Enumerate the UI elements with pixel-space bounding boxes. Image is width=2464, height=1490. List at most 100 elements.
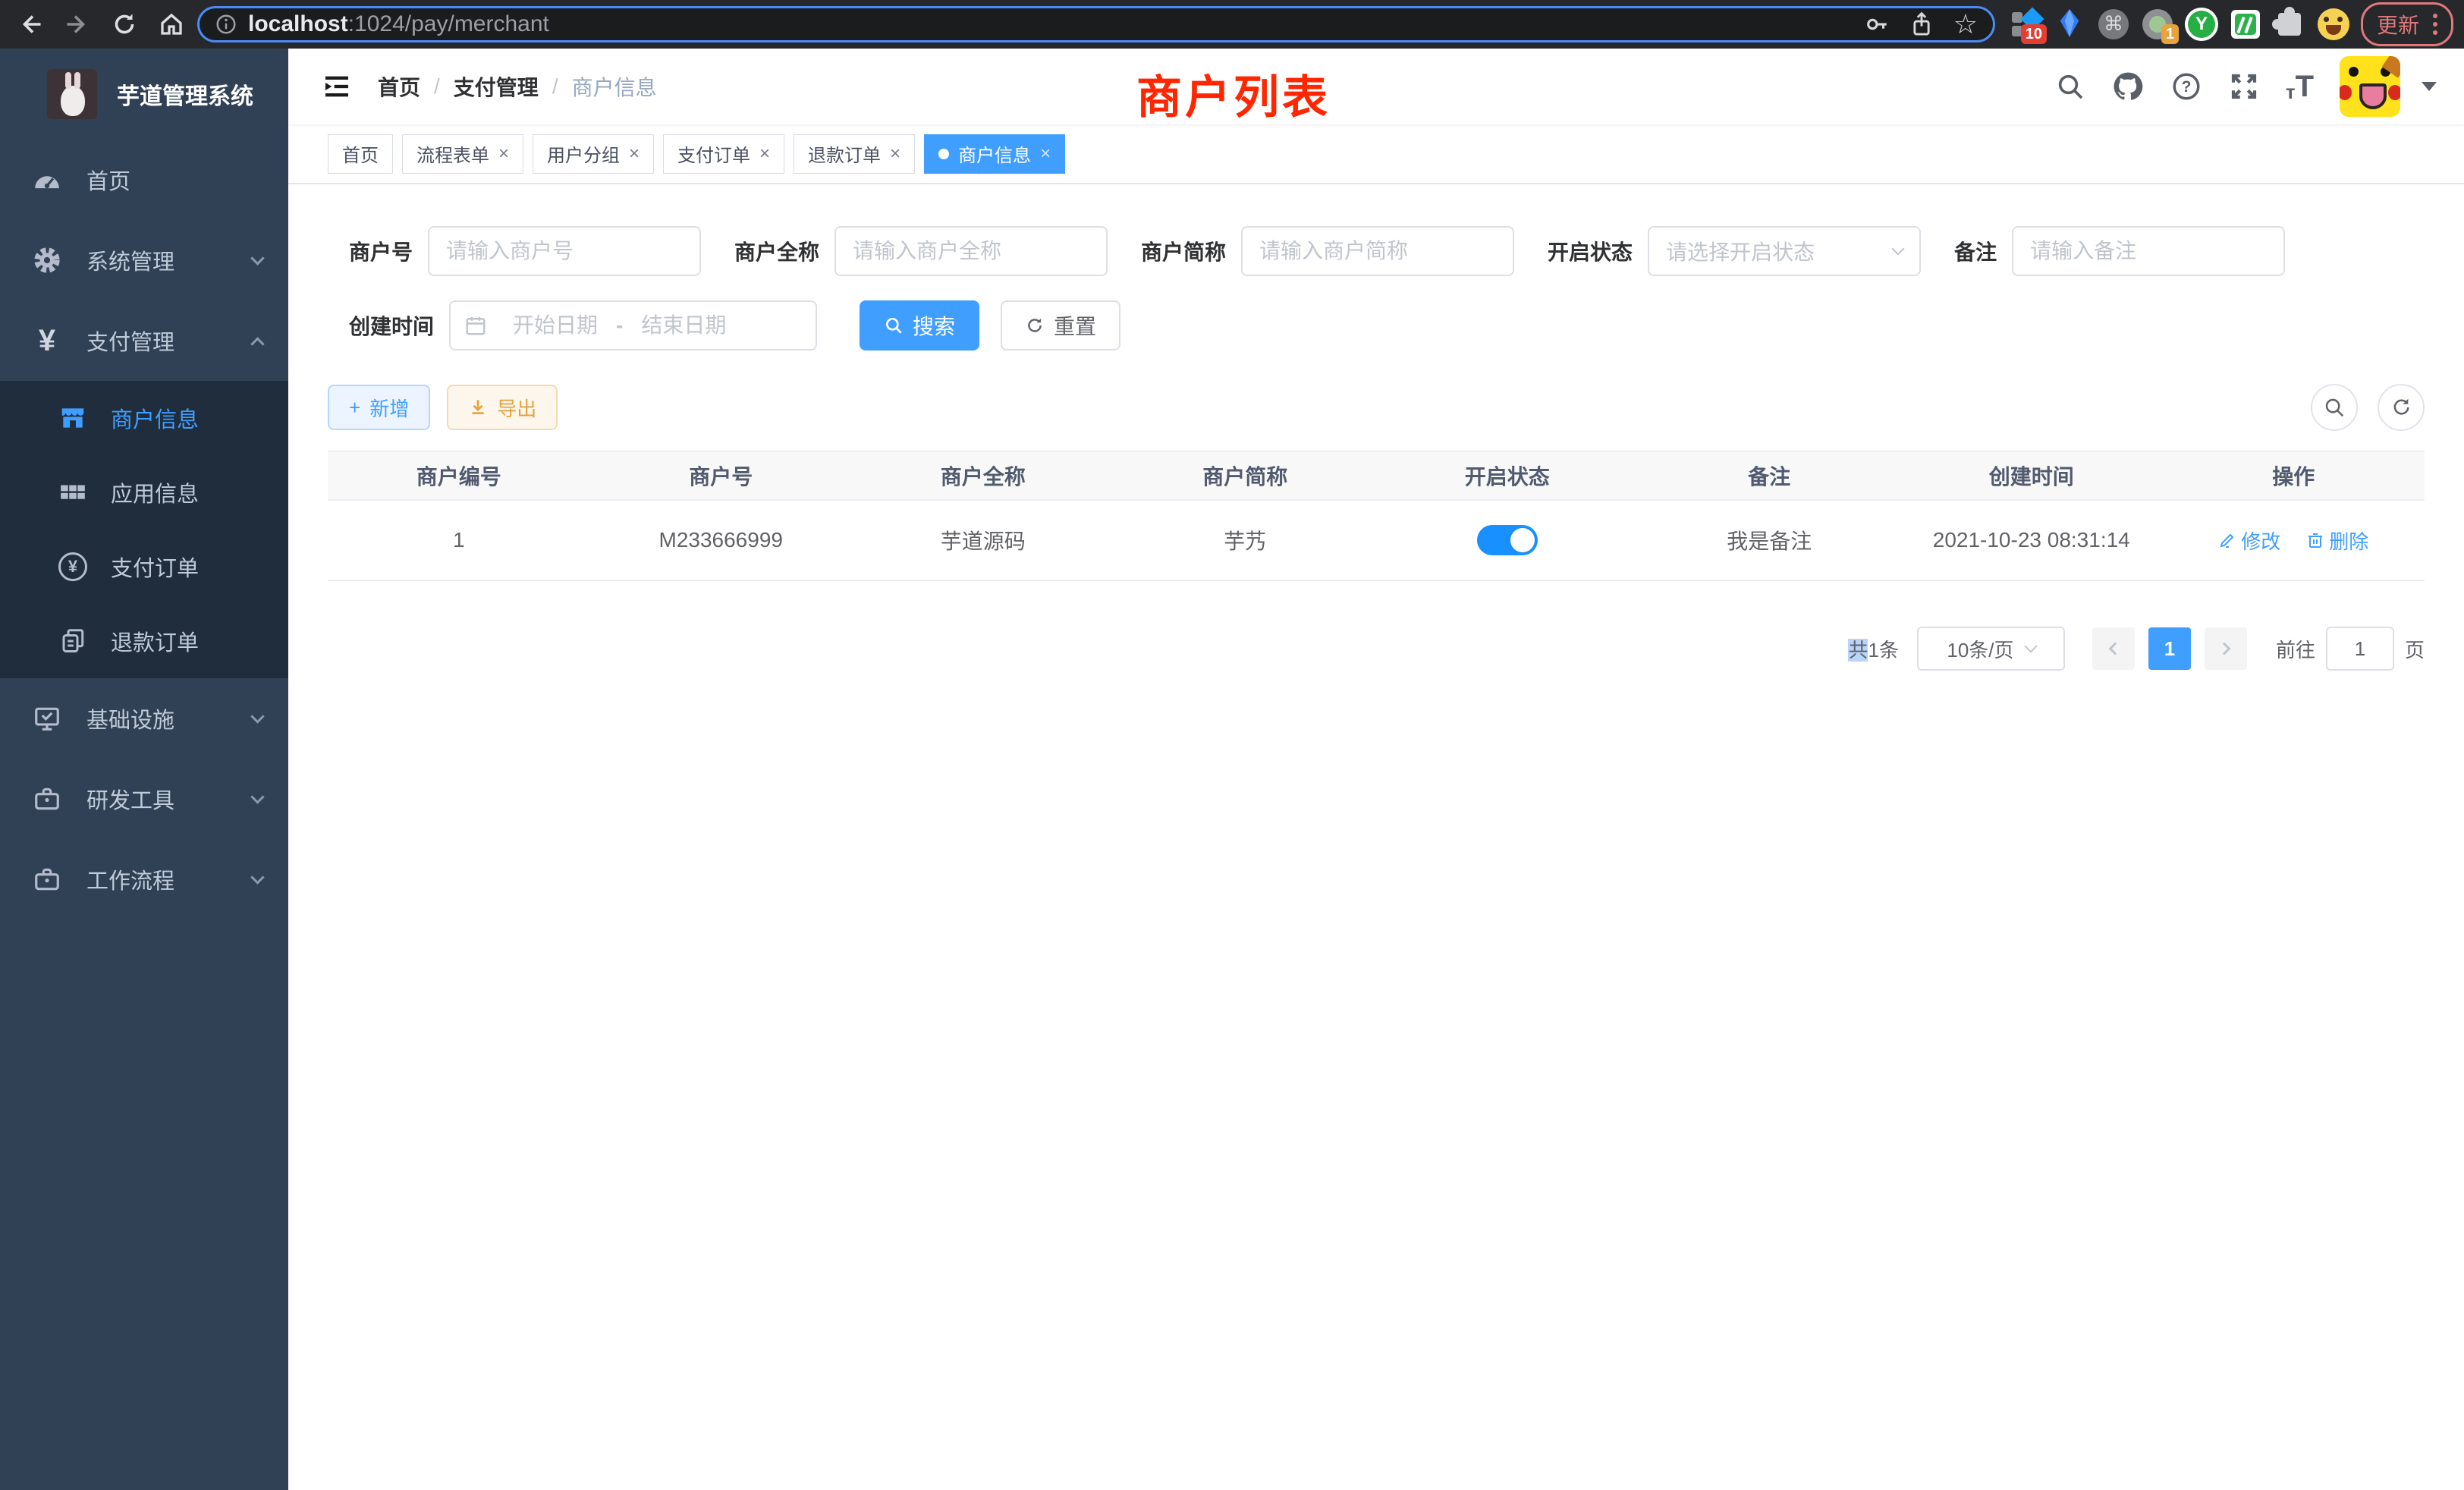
fullscreen-icon[interactable] (2228, 71, 2260, 102)
sidebar-item-home[interactable]: 首页 (0, 140, 288, 220)
search-button[interactable]: 搜索 (860, 300, 979, 350)
extension-proxy-icon[interactable]: 1 (2141, 8, 2174, 41)
browser-back-icon[interactable] (11, 5, 50, 44)
sidebar-item-pay-order[interactable]: ¥ 支付订单 (0, 530, 288, 604)
shop-icon (58, 404, 88, 432)
tab-process-form[interactable]: 流程表单 × (402, 134, 523, 174)
delete-link[interactable]: 删除 (2306, 527, 2368, 555)
tab-home[interactable]: 首页 (328, 134, 393, 174)
url-host: localhost (248, 11, 348, 36)
document-icon (58, 627, 88, 655)
status-label: 开启状态 (1548, 236, 1633, 266)
monitor-check-icon (32, 704, 62, 733)
browser-home-icon[interactable] (152, 5, 191, 44)
sidebar-item-workflow[interactable]: 工作流程 (0, 839, 288, 919)
browser-address-bar[interactable]: localhost:1024/pay/merchant ☆ (197, 6, 1995, 42)
browser-menu-icon[interactable] (2433, 14, 2437, 35)
header-search-icon[interactable] (2055, 71, 2085, 102)
share-icon[interactable] (1909, 11, 1934, 37)
next-page-button[interactable] (2205, 627, 2247, 670)
tab-refund-order[interactable]: 退款订单 × (794, 134, 915, 174)
add-button[interactable]: + 新增 (328, 385, 430, 430)
create-time-range-picker[interactable]: - (449, 300, 817, 350)
reset-button[interactable]: 重置 (1001, 300, 1120, 350)
cell-create-time: 2021-10-23 08:31:14 (1900, 528, 2163, 552)
extension-y-icon[interactable]: Y (2185, 8, 2218, 41)
sidebar-item-dev-tools[interactable]: 研发工具 (0, 759, 288, 839)
close-icon[interactable]: × (890, 145, 900, 163)
chevron-down-icon (250, 870, 264, 884)
sidebar-item-system[interactable]: 系统管理 (0, 220, 288, 300)
goto-suffix: 页 (2405, 635, 2425, 663)
edit-link[interactable]: 修改 (2218, 527, 2280, 555)
password-key-icon[interactable] (1864, 11, 1890, 37)
github-icon[interactable] (2111, 70, 2145, 103)
extension-grid-icon[interactable]: 10 (2009, 8, 2042, 41)
breadcrumb-current: 商户信息 (572, 71, 657, 102)
prev-page-button[interactable] (2092, 627, 2135, 670)
status-select[interactable]: 请选择开启状态 (1648, 226, 1921, 276)
close-icon[interactable]: × (759, 145, 770, 163)
yen-circle-icon: ¥ (58, 552, 88, 581)
close-icon[interactable]: × (498, 145, 509, 163)
goto-page-input[interactable] (2326, 627, 2394, 671)
table-row: 1 M233666999 芋道源码 芋艿 我是备注 2021-10-23 08:… (328, 501, 2425, 581)
sidebar-item-app-info[interactable]: 应用信息 (0, 455, 288, 530)
merchant-no-label: 商户号 (349, 236, 413, 266)
toggle-search-button[interactable] (2311, 384, 2358, 431)
avatar[interactable] (2340, 56, 2400, 117)
sidebar-item-label: 支付订单 (111, 551, 199, 583)
end-date-input[interactable] (623, 313, 744, 338)
close-icon[interactable]: × (1040, 145, 1051, 163)
browser-reload-icon[interactable] (105, 5, 144, 44)
sidebar-item-merchant-info[interactable]: 商户信息 (0, 381, 288, 455)
sidebar-item-label: 支付管理 (86, 325, 253, 357)
extension-command-icon[interactable]: ⌘ (2097, 8, 2130, 41)
site-info-icon[interactable] (215, 13, 237, 36)
close-icon[interactable]: × (629, 145, 640, 163)
sidebar-item-refund-order[interactable]: 退款订单 (0, 604, 288, 678)
chevron-down-icon (2024, 640, 2037, 653)
sidebar-item-label: 首页 (86, 164, 262, 196)
page-number-1[interactable]: 1 (2148, 627, 2191, 670)
extension-emoji-icon[interactable] (2317, 8, 2350, 41)
sidebar-item-infrastructure[interactable]: 基础设施 (0, 678, 288, 759)
browser-update-button[interactable]: 更新 (2361, 2, 2453, 46)
tab-merchant-info[interactable]: 商户信息 × (924, 134, 1065, 174)
extensions-puzzle-icon[interactable] (2273, 8, 2306, 41)
sidebar-item-label: 基础设施 (86, 703, 253, 734)
bookmark-star-icon[interactable]: ☆ (1953, 11, 1978, 38)
full-name-input[interactable] (834, 226, 1108, 276)
start-date-input[interactable] (495, 313, 616, 338)
help-icon[interactable]: ? (2170, 71, 2202, 102)
refresh-button[interactable] (2378, 384, 2425, 431)
browser-extensions: 10 ⌘ 1 Y (2009, 8, 2350, 41)
status-toggle[interactable] (1477, 525, 1538, 555)
pagination: 共1条 10条/页 1 前往 页 (328, 627, 2425, 671)
extension-gem-icon[interactable] (2053, 8, 2086, 41)
extension-chat-icon[interactable] (2229, 8, 2262, 41)
tab-pay-order[interactable]: 支付订单 × (663, 134, 784, 174)
url-path: :1024/pay/merchant (348, 11, 549, 36)
page-annotation: 商户列表 (1136, 61, 1331, 127)
breadcrumb-home[interactable]: 首页 (378, 71, 420, 102)
table-header-row: 商户编号 商户号 商户全称 商户简称 开启状态 备注 创建时间 操作 (328, 451, 2425, 501)
app-logo[interactable]: 芋道管理系统 (0, 49, 288, 140)
breadcrumb-payment[interactable]: 支付管理 (454, 71, 539, 102)
export-button[interactable]: 导出 (447, 385, 558, 430)
merchant-no-input[interactable] (428, 226, 701, 276)
browser-forward-icon[interactable] (58, 5, 97, 44)
font-size-icon[interactable]: тT (2286, 71, 2314, 102)
url-text: localhost:1024/pay/merchant (248, 11, 1852, 37)
tab-user-group[interactable]: 用户分组 × (533, 134, 654, 174)
page-size-select[interactable]: 10条/页 (1917, 627, 2065, 671)
sidebar-collapse-icon[interactable] (322, 71, 352, 102)
payment-submenu: 商户信息 应用信息 ¥ 支付订单 退款订单 (0, 381, 288, 678)
avatar-caret-icon[interactable] (2422, 82, 2437, 91)
short-name-input[interactable] (1241, 226, 1514, 276)
merchant-table: 商户编号 商户号 商户全称 商户简称 开启状态 备注 创建时间 操作 1 M23… (328, 451, 2425, 581)
remark-input[interactable] (2012, 226, 2285, 276)
top-navbar: 首页 / 支付管理 / 商户信息 商户列表 ? т (288, 49, 2464, 124)
sidebar-item-payment[interactable]: ¥ 支付管理 (0, 300, 288, 381)
chevron-up-icon (250, 337, 264, 350)
